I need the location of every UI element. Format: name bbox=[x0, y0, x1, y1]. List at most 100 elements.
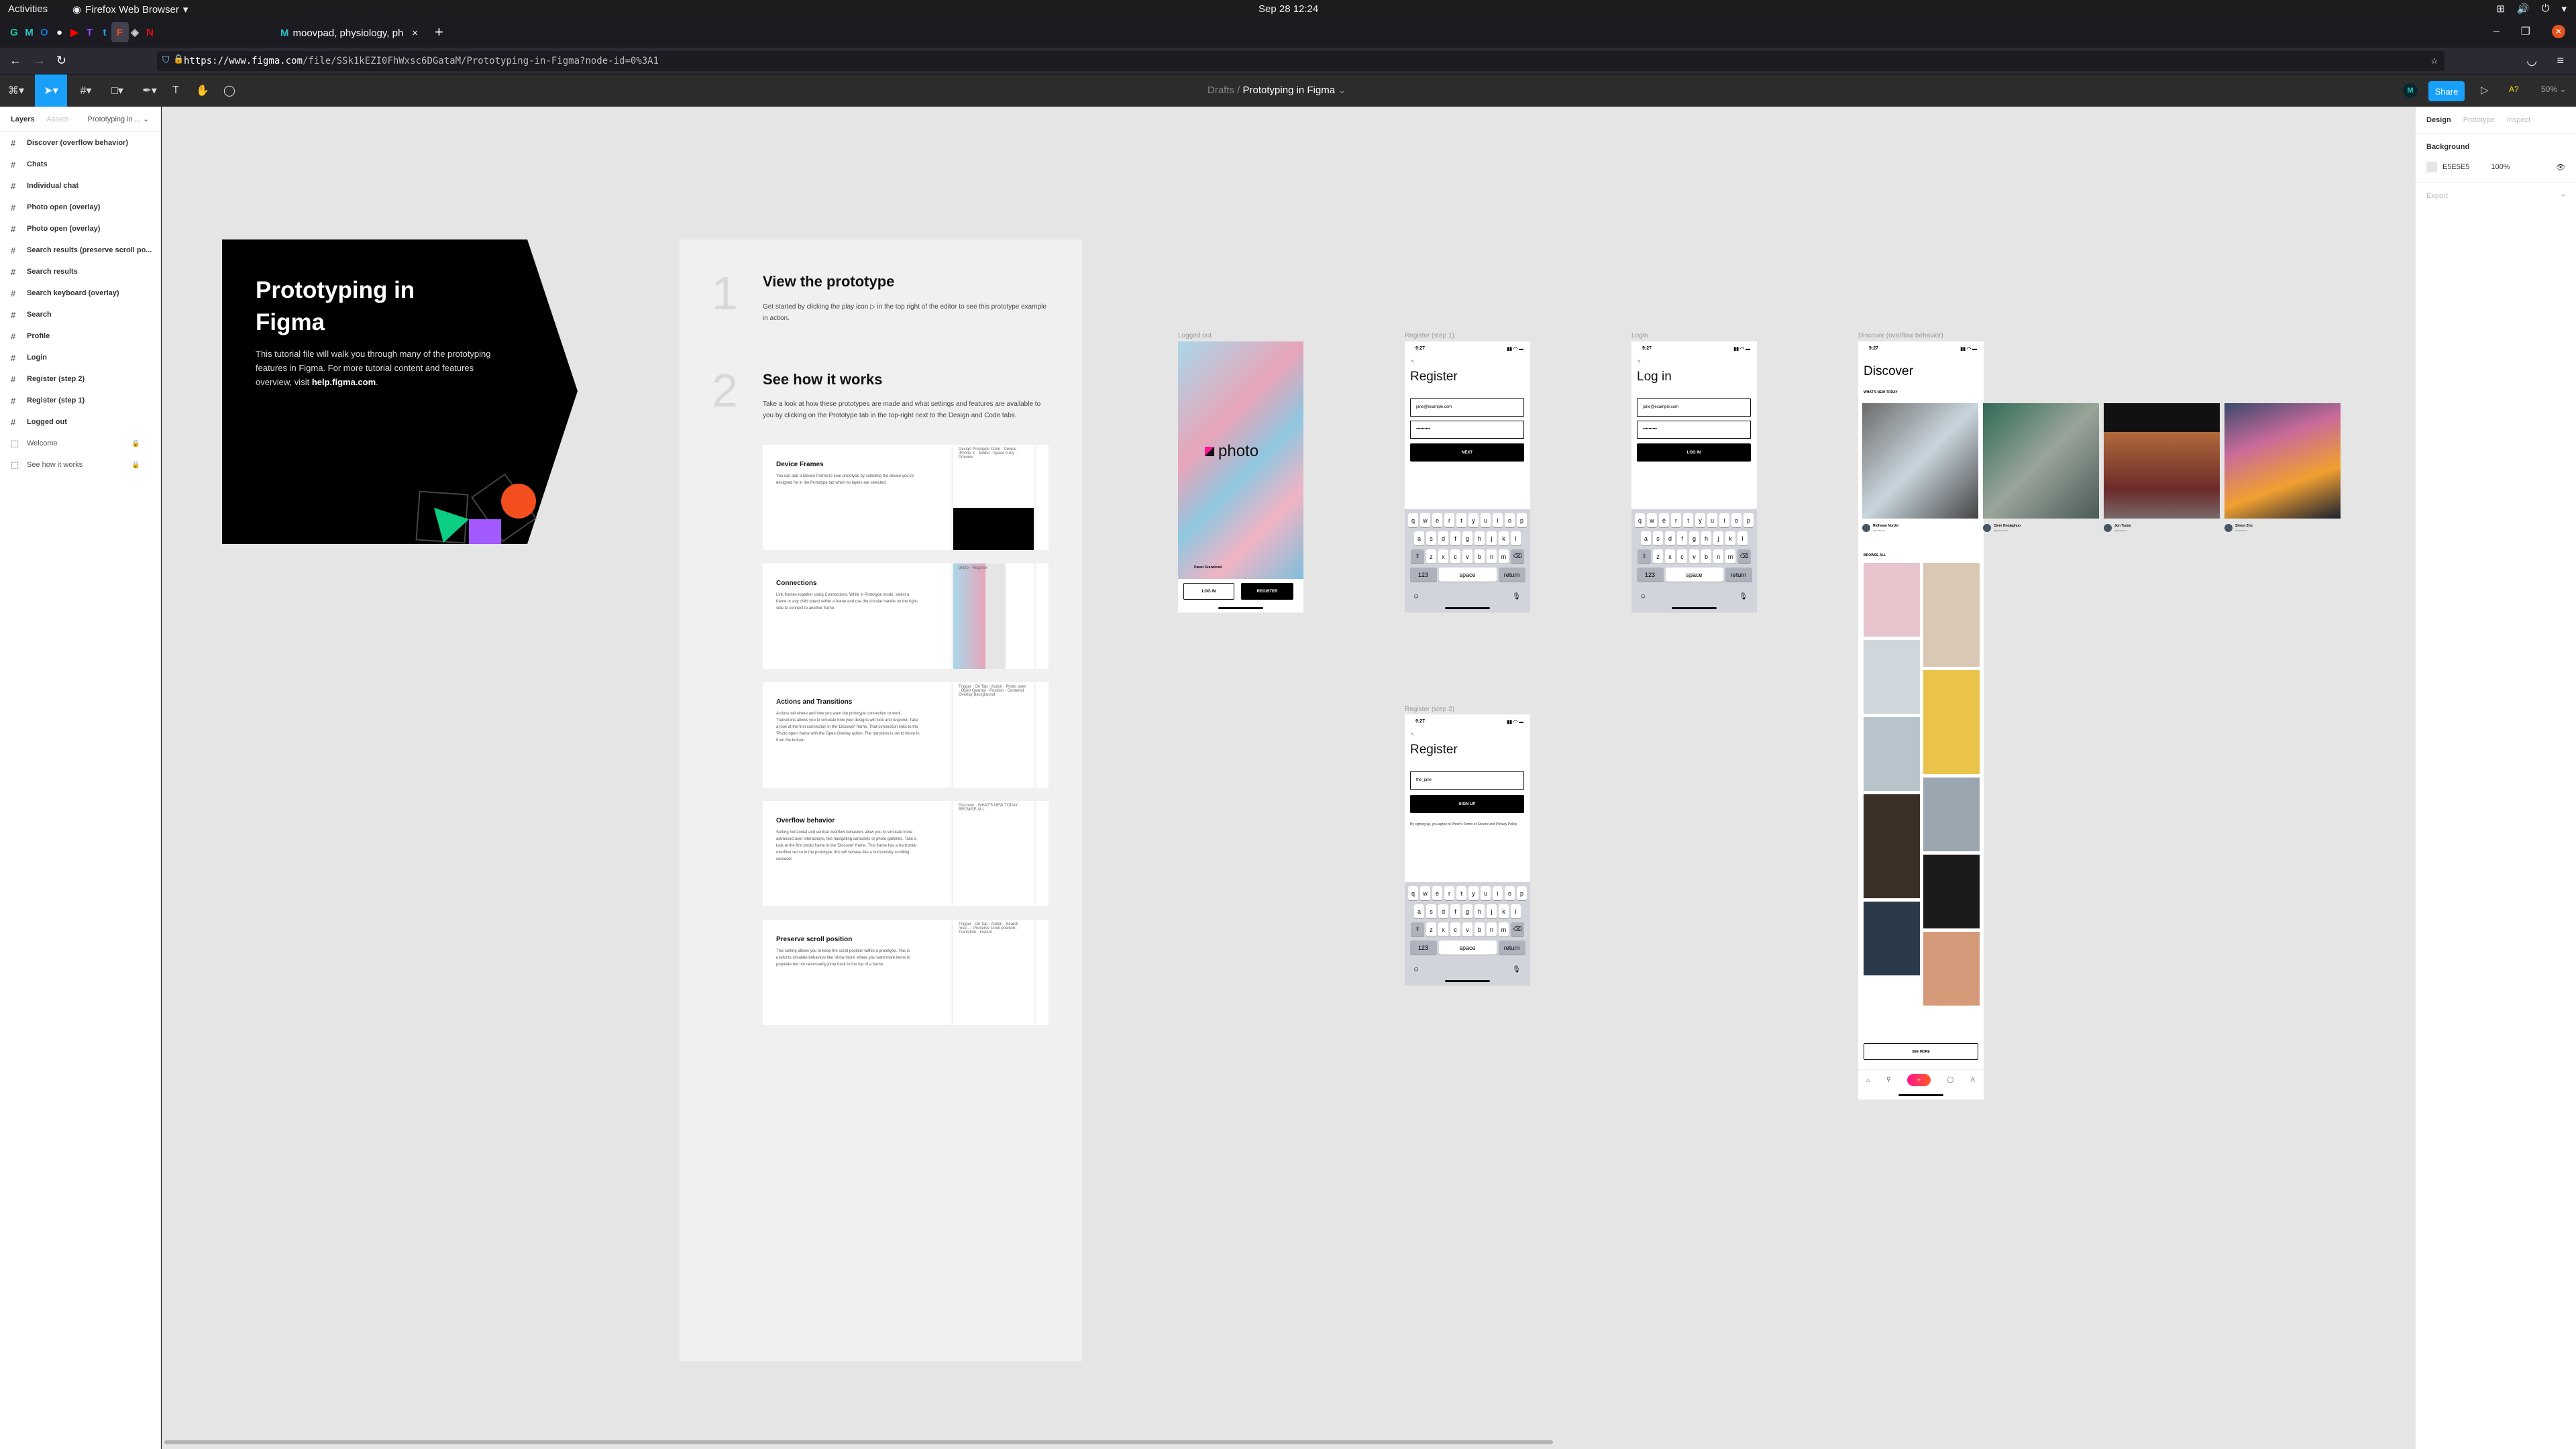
keyboard-key[interactable]: u bbox=[1481, 886, 1491, 900]
grid-photo[interactable] bbox=[1864, 794, 1920, 898]
microphone-icon[interactable]: 🎙 bbox=[1739, 593, 1748, 600]
emoji-icon[interactable]: ☺ bbox=[1413, 593, 1419, 600]
login-button[interactable]: LOG IN bbox=[1183, 583, 1234, 600]
frame-label[interactable]: Register (step 1) bbox=[1405, 332, 1454, 339]
text-tool-icon[interactable]: T bbox=[168, 74, 184, 107]
keyboard-key[interactable]: j bbox=[1487, 904, 1497, 918]
email-field[interactable]: jane@example.com bbox=[1410, 398, 1524, 417]
eye-icon[interactable]: 👁 bbox=[2556, 163, 2565, 172]
keyboard-key[interactable]: w bbox=[1647, 513, 1657, 527]
keyboard-key[interactable]: z bbox=[1653, 549, 1663, 564]
keyboard-key[interactable]: m bbox=[1499, 549, 1509, 564]
sign-up-button[interactable]: SIGN UP bbox=[1410, 795, 1524, 813]
help-link[interactable]: help.figma.com bbox=[312, 377, 376, 387]
keyboard-key[interactable]: space bbox=[1665, 568, 1723, 582]
keyboard-key[interactable]: c bbox=[1677, 549, 1687, 564]
tab-design[interactable]: Design bbox=[2426, 116, 2451, 124]
register-step1-frame[interactable]: 9:27 ▮▮ ◠ ▬ ↰ Register jane@example.com •… bbox=[1405, 341, 1530, 612]
move-tool-button[interactable]: ➤▾ bbox=[35, 74, 67, 107]
keyboard-key[interactable]: e bbox=[1659, 513, 1669, 527]
register-step2-frame[interactable]: 9:27 ▮▮ ◠ ▬ ↰ Register the_jane SIGN UP B… bbox=[1405, 714, 1530, 985]
keyboard-key[interactable]: b bbox=[1474, 549, 1485, 564]
grid-photo[interactable] bbox=[1864, 640, 1920, 714]
frame-label[interactable]: Logged out bbox=[1178, 332, 1212, 339]
hand-tool-icon[interactable]: ✋ bbox=[195, 74, 211, 107]
layer-item[interactable]: ⬚ Welcome 🔒 bbox=[0, 433, 160, 454]
next-button[interactable]: NEXT bbox=[1410, 443, 1524, 462]
hamburger-menu-icon[interactable]: ≡ bbox=[2557, 54, 2564, 68]
forward-button[interactable]: → bbox=[34, 54, 46, 68]
keyboard-key[interactable]: r bbox=[1444, 886, 1454, 900]
keyboard-key[interactable]: x bbox=[1438, 922, 1448, 936]
back-arrow-icon[interactable]: ↰ bbox=[1637, 359, 1642, 365]
keyboard-key[interactable]: s bbox=[1653, 531, 1663, 545]
minimize-icon[interactable]: – bbox=[2493, 25, 2500, 38]
keyboard-key[interactable]: t bbox=[1683, 513, 1693, 527]
layer-item[interactable]: # Discover (overflow behavior) bbox=[0, 132, 160, 154]
keyboard-key[interactable]: q bbox=[1408, 886, 1418, 900]
keyboard-key[interactable]: l bbox=[1511, 904, 1521, 918]
layer-item[interactable]: # Individual chat bbox=[0, 175, 160, 197]
grid-photo[interactable] bbox=[1923, 855, 1980, 928]
system-tray[interactable]: ⊞ 🔊 ⏻ ▾ bbox=[2496, 3, 2567, 15]
zoom-level-dropdown[interactable]: 50% ⌄ bbox=[2541, 85, 2566, 94]
back-arrow-icon[interactable]: ↰ bbox=[1410, 732, 1415, 738]
keyboard-key[interactable]: n bbox=[1487, 922, 1497, 936]
microphone-icon[interactable]: 🎙 bbox=[1512, 966, 1521, 973]
pinned-tab[interactable]: N bbox=[142, 22, 159, 42]
keyboard-key[interactable]: k bbox=[1725, 531, 1735, 545]
keyboard-key[interactable]: p bbox=[1743, 513, 1754, 527]
layer-item[interactable]: # Logged out bbox=[0, 411, 160, 433]
keyboard-key[interactable]: ⇧ bbox=[1638, 549, 1651, 564]
keyboard-key[interactable]: y bbox=[1468, 886, 1479, 900]
layer-item[interactable]: # Search bbox=[0, 304, 160, 325]
keyboard-key[interactable]: g bbox=[1462, 904, 1472, 918]
keyboard-key[interactable]: space bbox=[1438, 568, 1497, 582]
keyboard-key[interactable]: u bbox=[1481, 513, 1491, 527]
layer-item[interactable]: ⬚ See how it works 🔒 bbox=[0, 454, 160, 476]
keyboard-key[interactable]: a bbox=[1414, 531, 1424, 545]
clock[interactable]: Sep 28 12:24 bbox=[1258, 3, 1318, 15]
keyboard-key[interactable]: o bbox=[1731, 513, 1741, 527]
see-how-it-works-frame[interactable]: 1 View the prototype Get started by clic… bbox=[680, 239, 1082, 1361]
missing-fonts-indicator[interactable]: A? bbox=[2509, 85, 2519, 94]
keyboard-key[interactable]: g bbox=[1689, 531, 1699, 545]
keyboard-key[interactable]: p bbox=[1517, 513, 1527, 527]
login-submit-button[interactable]: LOG IN bbox=[1637, 443, 1751, 462]
grid-photo[interactable] bbox=[1864, 563, 1920, 637]
keyboard-key[interactable]: ⇧ bbox=[1411, 549, 1424, 564]
keyboard-key[interactable]: w bbox=[1420, 513, 1430, 527]
layer-item[interactable]: # Login bbox=[0, 347, 160, 368]
keyboard-key[interactable]: 123 bbox=[1636, 568, 1664, 582]
keyboard-key[interactable]: 123 bbox=[1409, 941, 1437, 955]
url-bar[interactable]: ⛉ 🔒 https://www.figma.com/file/SSk1kEZI0… bbox=[157, 51, 2445, 71]
keyboard-key[interactable]: h bbox=[1474, 904, 1485, 918]
chat-icon[interactable]: ◯ bbox=[1947, 1076, 1953, 1083]
keyboard-key[interactable]: ⇧ bbox=[1411, 922, 1424, 936]
activities-button[interactable]: Activities bbox=[8, 3, 48, 15]
figma-menu-icon[interactable]: ⌘▾ bbox=[5, 74, 27, 107]
keyboard-key[interactable]: w bbox=[1420, 886, 1430, 900]
keyboard-key[interactable]: k bbox=[1499, 531, 1509, 545]
tab-assets[interactable]: Assets bbox=[46, 115, 68, 123]
keyboard-key[interactable]: o bbox=[1505, 886, 1515, 900]
horizontal-scrollbar[interactable] bbox=[164, 1440, 1553, 1444]
back-arrow-icon[interactable]: ↰ bbox=[1410, 359, 1415, 365]
keyboard-key[interactable]: c bbox=[1450, 549, 1460, 564]
keyboard-key[interactable]: r bbox=[1671, 513, 1681, 527]
keyboard-key[interactable]: f bbox=[1450, 531, 1460, 545]
keyboard-key[interactable]: q bbox=[1635, 513, 1645, 527]
keyboard-key[interactable]: d bbox=[1665, 531, 1675, 545]
lock-icon[interactable]: 🔒 bbox=[173, 54, 184, 64]
username-field[interactable]: the_jane bbox=[1410, 771, 1524, 790]
layer-item[interactable]: # Register (step 1) bbox=[0, 390, 160, 411]
frame-label[interactable]: Discover (overflow behavior) bbox=[1858, 332, 1943, 339]
keyboard-key[interactable]: j bbox=[1487, 531, 1497, 545]
keyboard-key[interactable]: d bbox=[1438, 904, 1448, 918]
tab-prototype[interactable]: Prototype bbox=[2463, 116, 2495, 124]
keyboard-key[interactable]: space bbox=[1438, 941, 1497, 955]
keyboard-key[interactable]: i bbox=[1719, 513, 1729, 527]
keyboard-key[interactable]: h bbox=[1701, 531, 1711, 545]
share-button[interactable]: Share bbox=[2428, 81, 2465, 101]
layer-item[interactable]: # Search results bbox=[0, 261, 160, 282]
